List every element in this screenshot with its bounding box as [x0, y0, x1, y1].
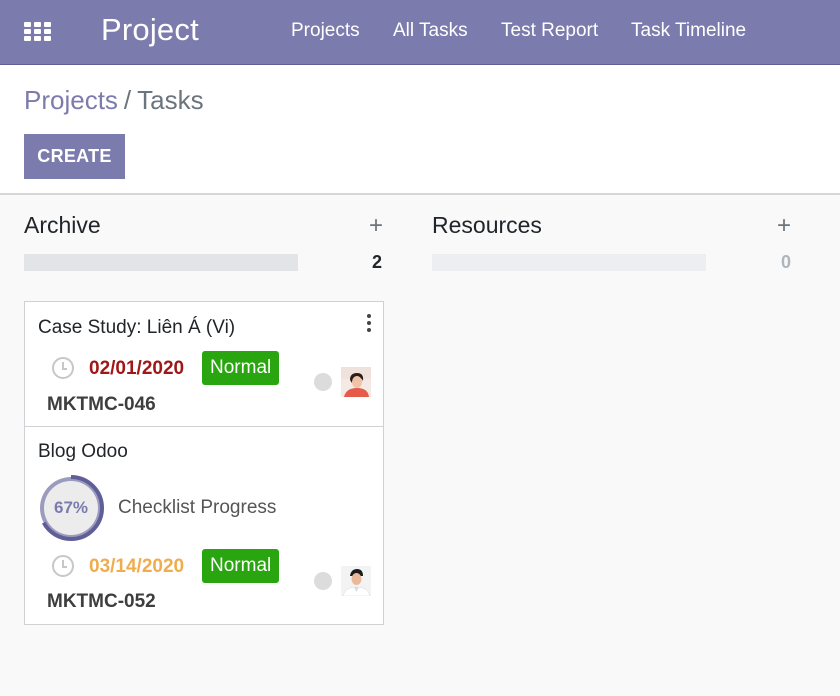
archive-count: 2 — [372, 252, 383, 272]
column-title-resources: Resources — [432, 212, 542, 238]
checklist-progress-label: Checklist Progress — [118, 497, 277, 518]
menu-all-tasks[interactable]: All Tasks — [393, 20, 468, 42]
task-card[interactable]: Blog Odoo 67% Checklist Progress 03/14/2… — [24, 426, 384, 625]
kanban-state-dot[interactable] — [314, 373, 332, 391]
resources-count: 0 — [781, 252, 792, 272]
create-button[interactable]: CREATE — [24, 134, 125, 179]
priority-badge: Normal — [202, 549, 280, 583]
task-card[interactable]: Case Study: Liên Á (Vi) 02/01/2020 Norma… — [24, 301, 384, 427]
breadcrumb-projects-link[interactable]: Projects — [24, 85, 118, 115]
menu-projects[interactable]: Projects — [291, 20, 360, 42]
priority-badge: Normal — [202, 351, 280, 385]
assignee-avatar[interactable] — [341, 566, 371, 596]
task-code: MKTMC-046 — [47, 394, 156, 415]
add-to-resources-icon[interactable]: + — [777, 212, 791, 240]
deadline-date: 02/01/2020 — [89, 358, 185, 379]
task-title: Case Study: Liên Á (Vi) — [38, 317, 236, 338]
menu-task-timeline[interactable]: Task Timeline — [631, 20, 746, 42]
task-title: Blog Odoo — [38, 441, 128, 462]
archive-progress-bar — [24, 254, 298, 271]
resources-progress-bar — [432, 254, 706, 271]
top-navbar: Project Projects All Tasks Test Report T… — [0, 0, 840, 65]
card-menu-icon[interactable] — [366, 314, 372, 332]
app-title: Project — [101, 12, 199, 47]
add-to-archive-icon[interactable]: + — [369, 212, 383, 240]
menu-test-report[interactable]: Test Report — [501, 20, 598, 42]
breadcrumb: Projects / Tasks — [24, 85, 204, 116]
breadcrumb-separator: / — [123, 85, 132, 115]
task-code: MKTMC-052 — [47, 591, 156, 612]
column-title-archive: Archive — [24, 212, 101, 238]
kanban-state-dot[interactable] — [314, 572, 332, 590]
checklist-progress-value: 67% — [53, 498, 89, 517]
clock-icon[interactable] — [52, 357, 74, 379]
clock-icon[interactable] — [52, 555, 74, 577]
assignee-avatar[interactable] — [341, 367, 371, 397]
deadline-date: 03/14/2020 — [89, 556, 185, 577]
control-panel: Projects / Tasks CREATE — [0, 65, 840, 195]
breadcrumb-current: Tasks — [137, 85, 204, 115]
apps-menu-icon[interactable] — [24, 22, 52, 42]
